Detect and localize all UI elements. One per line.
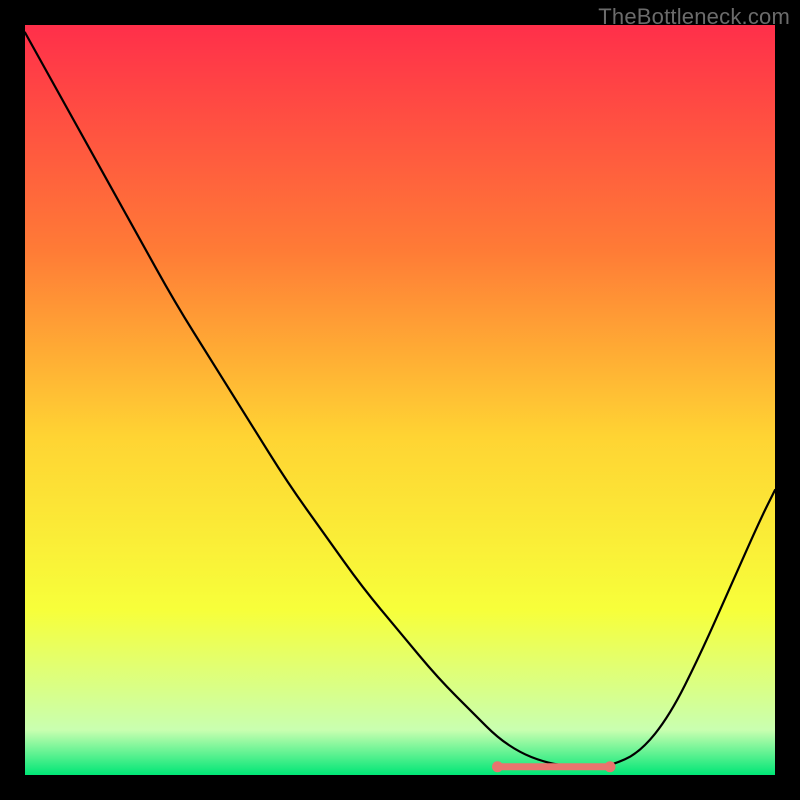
- watermark-text: TheBottleneck.com: [598, 4, 790, 30]
- chart-svg: [25, 25, 775, 775]
- chart-frame: TheBottleneck.com: [0, 0, 800, 800]
- optimal-range-end-dot: [605, 761, 616, 772]
- gradient-background: [25, 25, 775, 775]
- optimal-range-start-dot: [492, 761, 503, 772]
- plot-area: [25, 25, 775, 775]
